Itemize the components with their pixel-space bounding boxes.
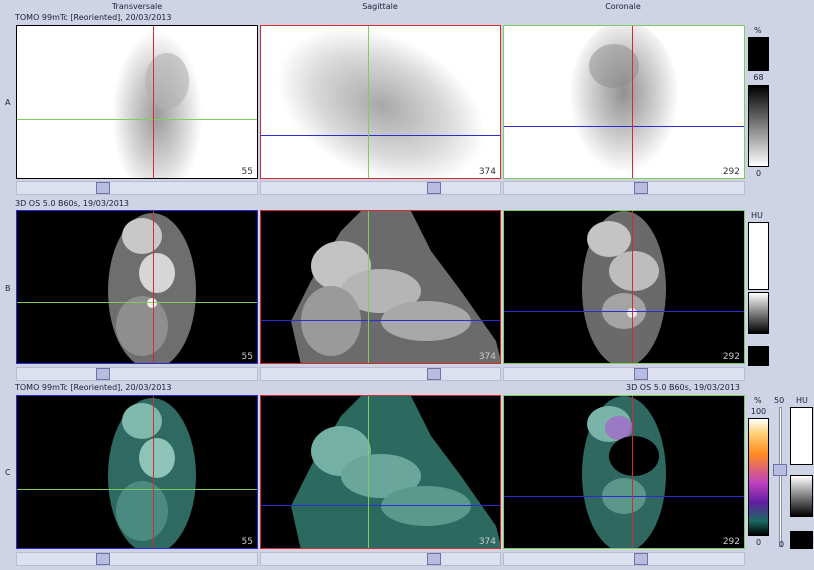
- scale-c-ct-unit: HU: [796, 396, 808, 405]
- slice-number: 374: [478, 167, 496, 177]
- row-b-label: B: [5, 284, 11, 293]
- crosshair-horizontal[interactable]: [504, 496, 744, 497]
- scale-c-nm-colorbar[interactable]: [748, 418, 769, 536]
- scale-c-ct-top-block: [790, 407, 813, 465]
- crosshair-horizontal[interactable]: [17, 489, 257, 490]
- slider-c-coronale[interactable]: [503, 552, 745, 566]
- slice-number: 55: [241, 537, 253, 547]
- nm-uptake-image: [277, 27, 485, 178]
- slider-b-coronale[interactable]: [503, 367, 745, 381]
- viewport-c-transversale[interactable]: 55: [16, 395, 258, 549]
- slice-number: 292: [722, 167, 740, 177]
- crosshair-vertical[interactable]: [632, 211, 633, 363]
- row-b-series-title: 3D OS 5.0 B60s, 19/03/2013: [15, 199, 130, 208]
- crosshair-vertical[interactable]: [368, 211, 369, 363]
- slider-b-sagittale[interactable]: [260, 367, 501, 381]
- scale-c-nm-min: 0: [755, 538, 762, 547]
- header-sagittale: Sagittale: [362, 2, 398, 11]
- slider-thumb[interactable]: [96, 553, 110, 565]
- row-a-label: A: [5, 98, 11, 107]
- slice-number: 292: [722, 352, 740, 362]
- scale-c-ct-colorbar[interactable]: [790, 475, 813, 517]
- blend-slider-label: 50: [774, 396, 785, 405]
- scale-c-ct-min: 0: [779, 540, 785, 549]
- scale-a-top-block: [748, 37, 769, 71]
- slider-c-transversale[interactable]: [16, 552, 258, 566]
- slider-thumb[interactable]: [634, 553, 648, 565]
- scale-a-max: 68: [753, 73, 764, 82]
- scale-b-unit: HU: [751, 211, 763, 220]
- scale-a-unit: %: [754, 26, 762, 35]
- slider-thumb[interactable]: [427, 182, 441, 194]
- viewport-a-coronale[interactable]: 292: [503, 25, 745, 179]
- slider-b-transversale[interactable]: [16, 367, 258, 381]
- ct-bone-image: [582, 211, 666, 363]
- ct-bone-image: [108, 213, 196, 363]
- scale-c-ct-bottom-block: [790, 531, 813, 549]
- slice-number: 55: [241, 352, 253, 362]
- viewport-c-coronale[interactable]: 292: [503, 395, 745, 549]
- row-c-label: C: [5, 468, 11, 477]
- slider-c-sagittale[interactable]: [260, 552, 501, 566]
- crosshair-vertical[interactable]: [368, 26, 369, 178]
- viewport-a-transversale[interactable]: 55: [16, 25, 258, 179]
- scale-b-colorbar[interactable]: [748, 292, 769, 334]
- fusion-image: [582, 396, 666, 548]
- viewport-b-sagittale[interactable]: 374: [260, 210, 501, 364]
- crosshair-vertical[interactable]: [153, 26, 154, 178]
- scale-c-nm-max: 100: [750, 407, 767, 416]
- viewport-b-coronale[interactable]: 292: [503, 210, 745, 364]
- slider-thumb[interactable]: [96, 368, 110, 380]
- crosshair-horizontal[interactable]: [504, 311, 744, 312]
- slider-thumb[interactable]: [634, 368, 648, 380]
- crosshair-horizontal[interactable]: [17, 302, 257, 303]
- blend-slider-track[interactable]: [779, 407, 782, 547]
- viewport-c-sagittale[interactable]: 374: [260, 395, 501, 549]
- header-coronale: Coronale: [605, 2, 641, 11]
- crosshair-vertical[interactable]: [368, 396, 369, 548]
- crosshair-vertical[interactable]: [153, 211, 154, 363]
- crosshair-horizontal[interactable]: [261, 135, 500, 136]
- viewport-b-transversale[interactable]: 55: [16, 210, 258, 364]
- slice-number: 292: [722, 537, 740, 547]
- scale-c-nm-unit: %: [754, 396, 762, 405]
- crosshair-vertical[interactable]: [632, 26, 633, 178]
- slider-thumb[interactable]: [96, 182, 110, 194]
- scale-a-colorbar[interactable]: [748, 85, 769, 167]
- row-c-series-title-ct: 3D OS 5.0 B60s, 19/03/2013: [626, 383, 741, 392]
- crosshair-horizontal[interactable]: [261, 320, 500, 321]
- blend-slider-thumb[interactable]: [773, 464, 787, 476]
- crosshair-vertical[interactable]: [153, 396, 154, 548]
- crosshair-horizontal[interactable]: [261, 505, 500, 506]
- scale-b-bottom-block: [748, 346, 769, 366]
- slider-thumb[interactable]: [634, 182, 648, 194]
- viewport-a-sagittale[interactable]: 374: [260, 25, 501, 179]
- crosshair-vertical[interactable]: [632, 396, 633, 548]
- row-a-series-title: TOMO 99mTc [Reoriented], 20/03/2013: [15, 13, 172, 22]
- slider-thumb[interactable]: [427, 553, 441, 565]
- slice-number: 55: [241, 167, 253, 177]
- crosshair-horizontal[interactable]: [504, 126, 744, 127]
- crosshair-horizontal[interactable]: [17, 119, 257, 120]
- scale-b-top-block: [748, 222, 769, 290]
- slider-a-coronale[interactable]: [503, 181, 745, 195]
- slider-a-transversale[interactable]: [16, 181, 258, 195]
- ct-bone-image: [291, 211, 500, 363]
- scale-a-min: 0: [755, 169, 762, 178]
- header-transversale: Transversale: [111, 2, 163, 11]
- fusion-image: [291, 396, 500, 548]
- row-c-series-title-nm: TOMO 99mTc [Reoriented], 20/03/2013: [15, 383, 172, 392]
- slice-number: 374: [478, 352, 496, 362]
- nm-uptake-image: [112, 31, 202, 178]
- fusion-image: [108, 398, 196, 548]
- slider-thumb[interactable]: [427, 368, 441, 380]
- nm-uptake-image: [569, 26, 679, 178]
- slice-number: 374: [478, 537, 496, 547]
- slider-a-sagittale[interactable]: [260, 181, 501, 195]
